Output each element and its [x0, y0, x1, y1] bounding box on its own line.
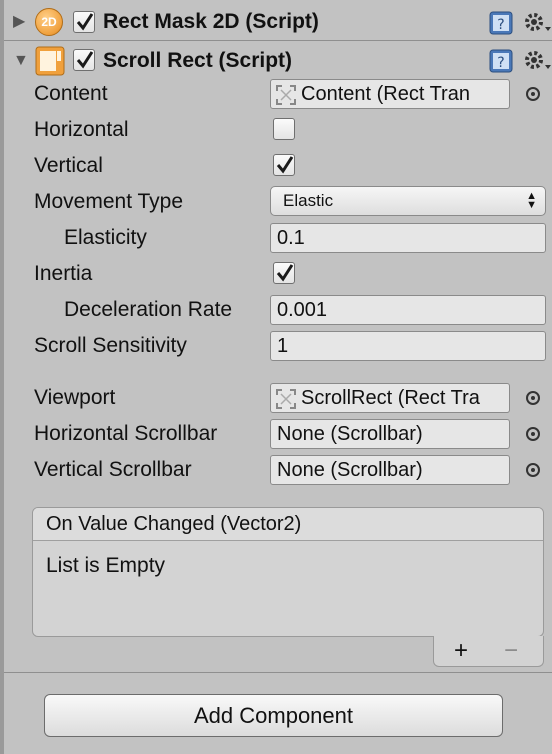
scroll-sensitivity-label: Scroll Sensitivity: [34, 334, 187, 357]
rect-transform-icon: [276, 85, 296, 105]
add-component-button[interactable]: Add Component: [44, 694, 503, 737]
inspector-left-border: [0, 0, 4, 754]
vertical-scrollbar-value: None (Scrollbar): [277, 459, 423, 481]
deceleration-rate-field[interactable]: 0.001: [270, 295, 546, 325]
checkmark-icon: [76, 13, 94, 31]
checkmark-icon: [276, 264, 294, 282]
event-empty-text: List is Empty: [46, 554, 166, 577]
foldout-expanded-icon[interactable]: ▼: [13, 46, 29, 76]
inertia-checkbox[interactable]: [273, 262, 295, 284]
help-book-icon[interactable]: ?: [488, 10, 514, 36]
elasticity-field[interactable]: 0.1: [270, 223, 546, 253]
viewport-label: Viewport: [34, 386, 116, 409]
horizontal-label: Horizontal: [34, 118, 129, 141]
horizontal-scrollbar-value: None (Scrollbar): [277, 423, 423, 445]
gear-icon[interactable]: [522, 10, 552, 36]
inertia-label: Inertia: [34, 262, 93, 285]
object-picker-icon[interactable]: [525, 86, 541, 102]
event-list-footer: + −: [433, 636, 544, 667]
vertical-scrollbar-field[interactable]: None (Scrollbar): [270, 455, 510, 485]
rect-transform-icon: [276, 389, 296, 409]
gear-icon[interactable]: [522, 48, 552, 74]
object-picker-icon[interactable]: [525, 390, 541, 406]
rect-mask-script-icon: 2D: [35, 8, 63, 36]
viewport-object-field[interactable]: ScrollRect (Rect Tra: [270, 383, 510, 413]
content-object-field[interactable]: Content (Rect Tran: [270, 79, 510, 109]
elasticity-label: Elasticity: [64, 226, 147, 249]
movement-type-label: Movement Type: [34, 190, 184, 213]
deceleration-rate-label: Deceleration Rate: [64, 298, 233, 321]
content-value: Content (Rect Tran: [301, 83, 470, 105]
inspector-divider: [4, 672, 552, 673]
vertical-checkbox[interactable]: [273, 154, 295, 176]
on-value-changed-event: On Value Changed (Vector2) List is Empty: [32, 507, 544, 637]
scroll-rect-script-icon: [35, 46, 65, 76]
vertical-label: Vertical: [34, 154, 103, 177]
horizontal-scrollbar-label: Horizontal Scrollbar: [34, 422, 218, 445]
elasticity-value: 0.1: [277, 227, 305, 249]
add-event-button[interactable]: +: [454, 636, 468, 666]
viewport-value: ScrollRect (Rect Tra: [301, 387, 480, 409]
checkmark-icon: [276, 156, 294, 174]
rect-mask-title: Rect Mask 2D (Script): [103, 10, 319, 33]
scroll-rect-title: Scroll Rect (Script): [103, 49, 293, 72]
movement-type-value: Elastic: [283, 191, 334, 210]
help-book-icon[interactable]: ?: [488, 48, 514, 74]
movement-type-dropdown[interactable]: Elastic ▲ ▼: [270, 186, 546, 216]
object-picker-icon[interactable]: [525, 426, 541, 442]
horizontal-scrollbar-field[interactable]: None (Scrollbar): [270, 419, 510, 449]
svg-text:?: ?: [497, 17, 504, 33]
remove-event-button[interactable]: −: [504, 636, 518, 666]
horizontal-checkbox[interactable]: [273, 118, 295, 140]
component-divider: [4, 40, 552, 41]
rect-mask-enabled-checkbox[interactable]: [73, 11, 95, 33]
scroll-sensitivity-value: 1: [277, 335, 289, 357]
dropdown-arrow-icon: ▲ ▼: [526, 190, 537, 211]
foldout-collapsed-icon[interactable]: ▶: [13, 7, 25, 37]
checkmark-icon: [76, 51, 94, 69]
scroll-rect-enabled-checkbox[interactable]: [73, 49, 95, 71]
deceleration-rate-value: 0.001: [277, 299, 328, 321]
object-picker-icon[interactable]: [525, 462, 541, 478]
svg-text:?: ?: [497, 55, 504, 71]
scroll-sensitivity-field[interactable]: 1: [270, 331, 546, 361]
content-label: Content: [34, 82, 108, 105]
vertical-scrollbar-label: Vertical Scrollbar: [34, 458, 192, 481]
rect-mask-badge-label: 2D: [41, 15, 57, 29]
event-header: On Value Changed (Vector2): [33, 508, 543, 541]
